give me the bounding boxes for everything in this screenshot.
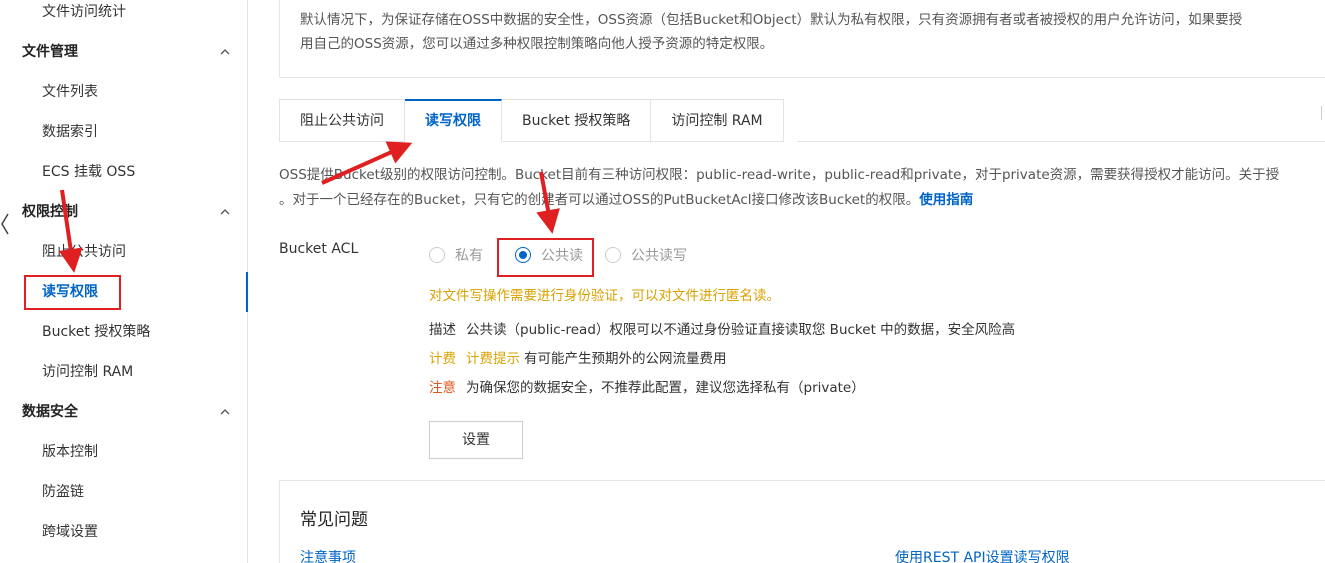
- acl-billing-row: 计费 计费提示 有可能产生预期外的公网流量费用: [429, 347, 727, 367]
- tab-ram[interactable]: 访问控制 RAM: [651, 99, 784, 142]
- sidebar-item-bucket-policy[interactable]: Bucket 授权策略: [42, 322, 150, 342]
- sidebar-item-file-list[interactable]: 文件列表: [42, 82, 98, 102]
- sidebar-group-file-management[interactable]: 文件管理: [22, 42, 233, 62]
- acl-note-row: 注意 为确保您的数据安全，不推荐此配置，建议您选择私有（private）: [429, 376, 865, 396]
- user-guide-link[interactable]: 使用指南: [919, 192, 973, 208]
- acl-option-public-read[interactable]: 公共读: [515, 245, 583, 265]
- sidebar-active-indicator: [246, 272, 248, 312]
- acl-radio-group: 私有 公共读 公共读写: [429, 244, 701, 266]
- sidebar-group-permission-control[interactable]: 权限控制: [22, 202, 233, 222]
- acl-warning: 对文件写操作需要进行身份验证，可以对文件进行匿名读。: [429, 288, 780, 304]
- tab-block-public-access[interactable]: 阻止公共访问: [279, 99, 405, 142]
- main-content: 默认情况下，为保证存储在OSS中数据的安全性，OSS资源（包括Bucket和Ob…: [249, 0, 1325, 563]
- radio-label: 公共读写: [631, 248, 687, 264]
- chevron-up-icon: [220, 49, 230, 55]
- faq-link-notes[interactable]: 注意事项: [300, 547, 356, 563]
- sidebar-item-versioning[interactable]: 版本控制: [42, 442, 98, 462]
- notice-line-1: 默认情况下，为保证存储在OSS中数据的安全性，OSS资源（包括Bucket和Ob…: [300, 12, 1243, 28]
- sidebar-item-file-access-stats[interactable]: 文件访问统计: [42, 2, 126, 22]
- sidebar-group-data-security[interactable]: 数据安全: [22, 402, 233, 422]
- desc-key: 描述: [429, 322, 456, 338]
- sidebar-item-cors[interactable]: 跨域设置: [42, 522, 98, 542]
- permission-notice: 默认情况下，为保证存储在OSS中数据的安全性，OSS资源（包括Bucket和Ob…: [279, 0, 1325, 78]
- faq-link-rest-api[interactable]: 使用REST API设置读写权限: [895, 547, 1070, 563]
- sidebar-item-hotlink-protection[interactable]: 防盗链: [42, 482, 84, 502]
- faq-panel: 常见问题 注意事项 使用REST API设置读写权限: [279, 480, 1325, 563]
- billing-tip: 计费提示: [466, 351, 520, 367]
- sidebar-item-block-public-access[interactable]: 阻止公共访问: [42, 242, 126, 262]
- permission-tabs: 阻止公共访问 读写权限 Bucket 授权策略 访问控制 RAM: [279, 99, 784, 142]
- faq-title: 常见问题: [300, 510, 368, 530]
- tabs-divider: [797, 141, 1325, 142]
- description-line-2: 。对于一个已经存在的Bucket，只有它的创建者可以通过OSS的PutBucke…: [279, 188, 1325, 213]
- desc-value: 公共读（public-read）权限可以不通过身份验证直接读取您 Bucket …: [466, 322, 1016, 338]
- bucket-acl-label: Bucket ACL: [279, 241, 359, 257]
- chevron-up-icon: [220, 209, 230, 215]
- description-line-2-text: 。对于一个已经存在的Bucket，只有它的创建者可以通过OSS的PutBucke…: [279, 192, 920, 208]
- radio-circle[interactable]: [605, 247, 621, 263]
- notice-line-2: 用自己的OSS资源，您可以通过多种权限控制策略向他人授予资源的特定权限。: [300, 36, 774, 52]
- tab-read-write-permission[interactable]: 读写权限: [405, 99, 502, 142]
- sidebar-group-label: 权限控制: [22, 204, 78, 220]
- tab-bucket-policy[interactable]: Bucket 授权策略: [502, 99, 652, 142]
- sidebar-item-data-index[interactable]: 数据索引: [42, 122, 98, 142]
- acl-description-row: 描述 公共读（public-read）权限可以不通过身份验证直接读取您 Bucke…: [429, 318, 1015, 338]
- acl-option-public-read-write[interactable]: 公共读写: [605, 245, 687, 265]
- sidebar-group-label: 数据安全: [22, 404, 78, 420]
- acl-option-private[interactable]: 私有: [429, 245, 483, 265]
- billing-value: 有可能产生预期外的公网流量费用: [524, 351, 727, 367]
- description-line-1: OSS提供Bucket级别的权限访问控制。Bucket目前有三种访问权限：pub…: [279, 167, 1280, 183]
- radio-label: 私有: [455, 248, 483, 264]
- sidebar-item-ecs-mount[interactable]: ECS 挂载 OSS: [42, 162, 135, 182]
- sidebar-item-read-write-permission[interactable]: 读写权限: [42, 282, 98, 302]
- billing-key: 计费: [429, 351, 456, 367]
- divider-tick: [1321, 106, 1322, 120]
- sidebar: 文件访问统计 文件管理 文件列表 数据索引 ECS 挂载 OSS 权限控制 阻止…: [0, 0, 248, 563]
- chevron-up-icon: [220, 409, 230, 415]
- collapse-sidebar-icon[interactable]: [0, 212, 10, 236]
- radio-label: 公共读: [541, 248, 583, 264]
- radio-circle[interactable]: [429, 247, 445, 263]
- sidebar-group-label: 文件管理: [22, 44, 78, 60]
- note-key: 注意: [429, 380, 456, 396]
- radio-circle-checked[interactable]: [515, 247, 531, 263]
- sidebar-item-ram[interactable]: 访问控制 RAM: [42, 362, 133, 382]
- set-acl-button[interactable]: 设置: [429, 421, 523, 459]
- acl-description: OSS提供Bucket级别的权限访问控制。Bucket目前有三种访问权限：pub…: [279, 163, 1325, 213]
- note-value: 为确保您的数据安全，不推荐此配置，建议您选择私有（private）: [466, 380, 865, 396]
